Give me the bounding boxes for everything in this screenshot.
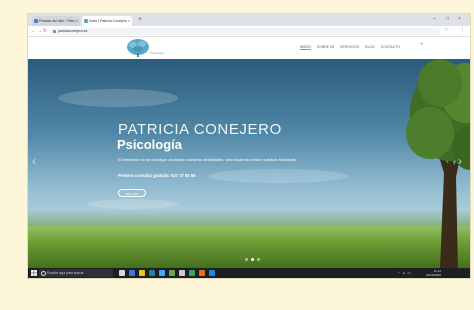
site-favicon-icon	[84, 19, 88, 23]
browser-menu-icon[interactable]: ⋮	[460, 27, 465, 33]
cloud	[208, 169, 348, 183]
system-tray-icons[interactable]: ^ ◂ ▭	[398, 271, 412, 275]
taskbar-search-box[interactable]: Escribe aquí para buscar	[39, 269, 113, 277]
hero-slider: PATRICIA CONEJERO Psicología El bienesta…	[28, 59, 470, 268]
tab-1-label: Portada del sitio ‹ Patri...	[39, 19, 78, 23]
site-navigation: INICIO SOBRE MÍ SERVICIOS BLOG CONTACTO	[300, 45, 400, 50]
photo-background: Portada del sitio ‹ Patri... × Inicio | …	[0, 0, 474, 310]
taskbar-search-placeholder: Escribe aquí para buscar	[47, 271, 84, 275]
nav-item-inicio[interactable]: INICIO	[300, 45, 311, 50]
minimize-icon[interactable]: –	[433, 16, 436, 22]
slider-prev-icon[interactable]: ‹	[32, 154, 36, 168]
browser-toolbar: ← → ↻ patriciaconejero.es ☆ ⋮	[28, 26, 470, 37]
taskbar-date: 29/06/2020	[426, 273, 442, 277]
tab-close-icon[interactable]: ×	[76, 16, 78, 26]
search-icon	[41, 271, 46, 276]
browser-tab-2[interactable]: Inicio | Patricia Conejero ×	[82, 16, 132, 26]
logo-tagline: Psicología	[150, 51, 164, 55]
windows-start-icon[interactable]	[31, 270, 37, 276]
new-tab-button[interactable]: +	[135, 17, 145, 24]
bookmark-star-icon[interactable]: ☆	[444, 27, 448, 33]
taskbar-pinned-apps	[119, 270, 215, 276]
slider-dot[interactable]	[257, 258, 260, 261]
taskbar-app-icon[interactable]	[139, 270, 145, 276]
windows-taskbar: Escribe aquí para buscar ^ ◂ ▭ 11:12 29/…	[28, 268, 470, 278]
slider-next-icon[interactable]: ›	[458, 154, 462, 168]
address-bar[interactable]: patriciaconejero.es	[50, 27, 440, 35]
taskbar-app-icon[interactable]	[119, 270, 125, 276]
slider-dot-active[interactable]	[251, 258, 254, 261]
taskbar-app-icon[interactable]	[149, 270, 155, 276]
forward-arrow-icon[interactable]: →	[37, 27, 42, 35]
hero-title: PATRICIA CONEJERO	[118, 121, 282, 138]
nav-item-blog[interactable]: BLOG	[365, 45, 375, 50]
cloud	[58, 89, 178, 107]
brain-tree-logo-icon[interactable]	[118, 38, 168, 58]
cloud	[88, 199, 178, 209]
hero-offer: Primera consulta gratuita: 627 37 80 56	[118, 173, 196, 178]
taskbar-clock[interactable]: 11:12 29/06/2020	[426, 269, 441, 277]
nav-add-icon[interactable]: +	[420, 42, 424, 48]
nav-item-servicios[interactable]: SERVICIOS	[340, 45, 359, 50]
nav-item-sobre-mi[interactable]: SOBRE MÍ	[317, 45, 334, 50]
hero-cta-button[interactable]: VER MÁS	[118, 189, 146, 197]
back-arrow-icon[interactable]: ←	[31, 27, 36, 35]
taskbar-app-icon[interactable]	[179, 270, 185, 276]
close-window-icon[interactable]: ×	[458, 16, 461, 22]
site-header: Psicología INICIO SOBRE MÍ SERVICIOS BLO…	[28, 37, 470, 59]
taskbar-app-icon[interactable]	[169, 270, 175, 276]
taskbar-app-icon[interactable]	[159, 270, 165, 276]
taskbar-app-icon[interactable]	[129, 270, 135, 276]
lock-icon	[53, 29, 56, 33]
slider-dot[interactable]	[245, 258, 248, 261]
url-text: patriciaconejero.es	[58, 28, 88, 33]
maximize-icon[interactable]: □	[446, 16, 449, 22]
browser-tab-strip: Portada del sitio ‹ Patri... × Inicio | …	[28, 14, 470, 26]
monitor-screen: Portada del sitio ‹ Patri... × Inicio | …	[28, 14, 470, 278]
hero-description: El bienestar no se consigue ocultando nu…	[118, 157, 298, 162]
nav-item-contacto[interactable]: CONTACTO	[381, 45, 400, 50]
taskbar-app-icon[interactable]	[209, 270, 215, 276]
reload-icon[interactable]: ↻	[43, 27, 47, 35]
taskbar-app-icon[interactable]	[189, 270, 195, 276]
tab-2-label: Inicio | Patricia Conejero	[89, 19, 127, 23]
browser-tab-1[interactable]: Portada del sitio ‹ Patri... ×	[32, 16, 80, 26]
tab-close-icon[interactable]: ×	[128, 16, 130, 26]
taskbar-app-icon[interactable]	[199, 270, 205, 276]
slider-dots	[245, 258, 260, 261]
tree-image	[406, 59, 470, 268]
wordpress-icon	[34, 19, 38, 23]
hero-subtitle: Psicología	[117, 137, 183, 152]
